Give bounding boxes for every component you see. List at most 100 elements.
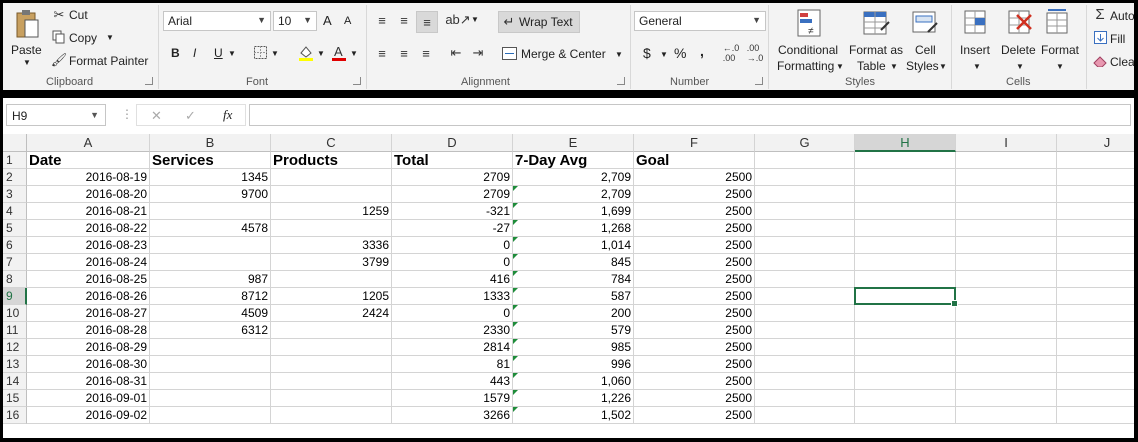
currency-dropdown-icon[interactable]: ▼ [660,50,668,59]
column-header-a[interactable]: A [27,134,150,152]
cell-j5[interactable] [1057,220,1134,237]
cell-j14[interactable] [1057,373,1134,390]
italic-button[interactable]: I [193,46,196,60]
fill-color-dropdown-icon[interactable]: ▼ [317,49,325,58]
delete-cells-icon[interactable] [1005,7,1035,39]
cell-c1[interactable]: Products [271,152,392,169]
column-header-g[interactable]: G [755,134,855,152]
cell-i4[interactable] [956,203,1057,220]
increase-indent-icon[interactable]: ⇥ [469,44,487,62]
insert-cells-icon[interactable] [961,7,991,39]
cell-e3[interactable]: 2,709 [513,186,634,203]
format-as-table-button[interactable]: Format as [849,43,903,57]
cell-i3[interactable] [956,186,1057,203]
row-header-12[interactable]: 12 [3,339,27,356]
align-top-icon[interactable]: ≡ [373,11,391,29]
cell-j1[interactable] [1057,152,1134,169]
cell-d14[interactable]: 443 [392,373,513,390]
cell-i5[interactable] [956,220,1057,237]
cell-g1[interactable] [755,152,855,169]
format-painter-button[interactable]: Format Painter [69,54,148,68]
cell-g9[interactable] [755,288,855,305]
cell-i11[interactable] [956,322,1057,339]
row-header-10[interactable]: 10 [3,305,27,322]
cell-d3[interactable]: 2709 [392,186,513,203]
bold-button[interactable]: B [171,46,180,60]
cell-g12[interactable] [755,339,855,356]
cell-styles-button[interactable]: Cell [915,43,936,57]
cell-h6[interactable] [855,237,956,254]
cut-icon[interactable]: ✂ [51,7,67,23]
conditional-formatting-icon[interactable]: ≠ [793,7,825,39]
cell-g14[interactable] [755,373,855,390]
currency-button[interactable]: $ [643,45,651,61]
orientation-dropdown-icon[interactable]: ▼ [471,15,479,24]
cell-e8[interactable]: 784 [513,271,634,288]
cell-c12[interactable] [271,339,392,356]
copy-icon[interactable] [51,29,67,45]
merge-center-dropdown-icon[interactable]: ▼ [615,50,623,59]
cell-b13[interactable] [150,356,271,373]
cell-j16[interactable] [1057,407,1134,424]
cell-h2[interactable] [855,169,956,186]
row-header-2[interactable]: 2 [3,169,27,186]
row-header-9[interactable]: 9 [3,288,27,305]
cell-c15[interactable] [271,390,392,407]
cell-b15[interactable] [150,390,271,407]
increase-decimal-icon[interactable]: ←.0.00 [721,43,741,63]
cell-i13[interactable] [956,356,1057,373]
merge-center-button[interactable]: Merge & Center [521,47,606,61]
fill-button[interactable]: Fill [1110,32,1125,46]
cell-j3[interactable] [1057,186,1134,203]
cell-d11[interactable]: 2330 [392,322,513,339]
cell-j9[interactable] [1057,288,1134,305]
cell-h3[interactable] [855,186,956,203]
cell-b4[interactable] [150,203,271,220]
insert-button[interactable]: Insert [960,43,990,57]
cell-i14[interactable] [956,373,1057,390]
enter-icon[interactable]: ✓ [185,108,196,124]
row-header-7[interactable]: 7 [3,254,27,271]
worksheet-grid[interactable]: A B C D E F G H I J 1 Date Services Products Total 7-Da… [3,134,1134,438]
cell-f9[interactable]: 2500 [634,288,755,305]
cell-h8[interactable] [855,271,956,288]
cell-d10[interactable]: 0 [392,305,513,322]
cell-d5[interactable]: -27 [392,220,513,237]
cell-a10[interactable]: 2016-08-27 [27,305,150,322]
cell-d7[interactable]: 0 [392,254,513,271]
paste-icon[interactable] [13,7,41,41]
cell-h10[interactable] [855,305,956,322]
cell-c9[interactable]: 1205 [271,288,392,305]
cell-a4[interactable]: 2016-08-21 [27,203,150,220]
cell-j2[interactable] [1057,169,1134,186]
cell-c16[interactable] [271,407,392,424]
cell-c8[interactable] [271,271,392,288]
number-format-dropdown[interactable]: General ▼ [634,11,766,31]
cell-b2[interactable]: 1345 [150,169,271,186]
cell-j8[interactable] [1057,271,1134,288]
align-right-icon[interactable]: ≡ [417,44,435,62]
font-size-dropdown[interactable]: 10 ▼ [273,11,317,31]
font-color-icon[interactable]: A [330,43,348,61]
copy-button[interactable]: Copy [69,31,97,45]
cell-b12[interactable] [150,339,271,356]
cell-d2[interactable]: 2709 [392,169,513,186]
font-launcher-icon[interactable] [353,77,361,85]
paste-button[interactable]: Paste [11,43,42,57]
cell-c13[interactable] [271,356,392,373]
selected-cell-cursor[interactable] [854,287,958,307]
cell-styles-label-2[interactable]: Styles [906,59,939,73]
cell-f3[interactable]: 2500 [634,186,755,203]
cell-f10[interactable]: 2500 [634,305,755,322]
cell-a15[interactable]: 2016-09-01 [27,390,150,407]
cell-g16[interactable] [755,407,855,424]
cell-g13[interactable] [755,356,855,373]
format-as-table-label-2[interactable]: Table [857,59,886,73]
cell-h1[interactable] [855,152,956,169]
cell-f7[interactable]: 2500 [634,254,755,271]
cell-i15[interactable] [956,390,1057,407]
column-header-e[interactable]: E [513,134,634,152]
cell-j6[interactable] [1057,237,1134,254]
cell-h12[interactable] [855,339,956,356]
format-as-table-dropdown-icon[interactable]: ▼ [890,62,898,71]
